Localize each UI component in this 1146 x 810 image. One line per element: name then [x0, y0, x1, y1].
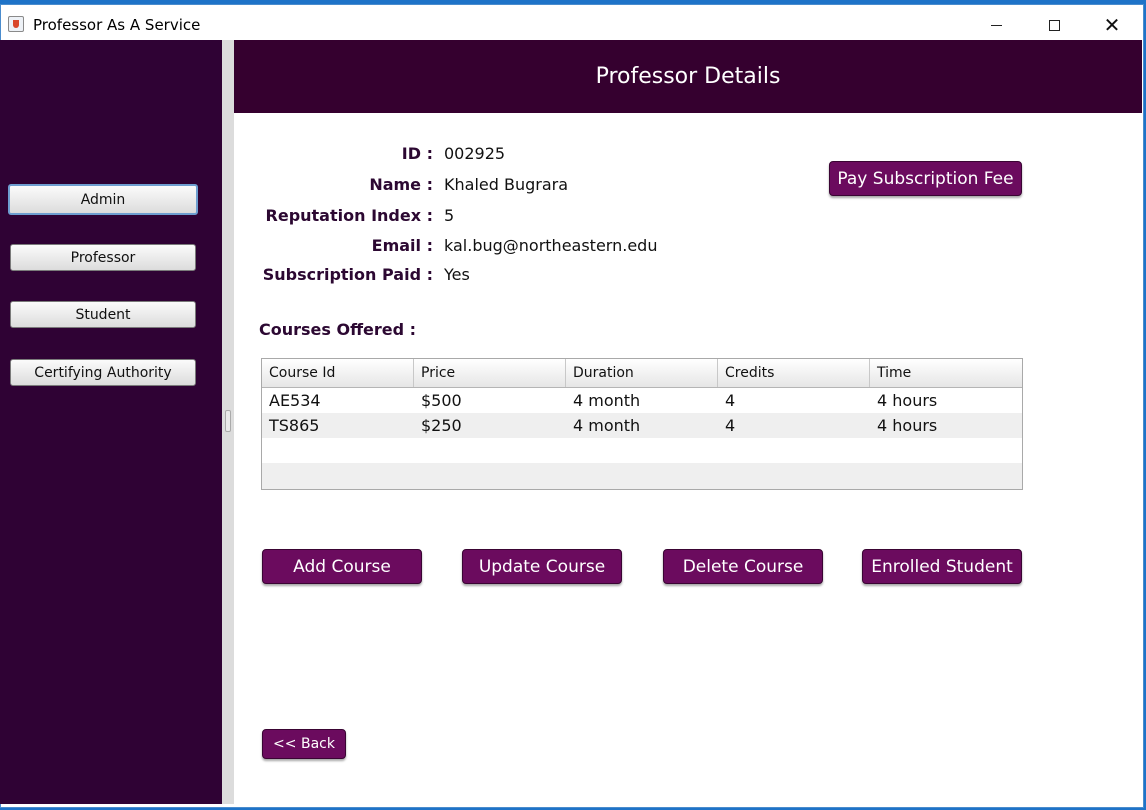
table-row[interactable]: AE534 $500 4 month 4 4 hours: [262, 388, 1022, 413]
enrolled-student-button[interactable]: Enrolled Student: [862, 549, 1022, 584]
column-header-credits[interactable]: Credits: [718, 359, 870, 387]
cell-credits: 4: [725, 416, 736, 435]
empty-table-row: [262, 438, 1022, 463]
close-button[interactable]: ✕: [1083, 5, 1141, 45]
sidebar-item-student[interactable]: Student: [10, 301, 196, 328]
email-value: kal.bug@northeastern.edu: [444, 236, 658, 255]
pay-subscription-fee-button[interactable]: Pay Subscription Fee: [829, 161, 1022, 196]
subscription-paid-value: Yes: [444, 265, 470, 284]
name-value: Khaled Bugrara: [444, 175, 569, 194]
sidebar-item-certifying-authority[interactable]: Certifying Authority: [10, 359, 196, 386]
column-header-duration[interactable]: Duration: [566, 359, 718, 387]
column-header-time[interactable]: Time: [870, 359, 1022, 387]
sidebar: Admin Professor Student Certifying Autho…: [0, 40, 222, 804]
table-header: Course Id Price Duration Credits Time: [262, 359, 1022, 388]
courses-offered-label: Courses Offered :: [259, 320, 417, 339]
add-course-button[interactable]: Add Course: [262, 549, 422, 584]
cell-course-id: AE534: [269, 391, 321, 410]
close-icon: ✕: [1103, 13, 1121, 37]
cell-credits: 4: [725, 391, 736, 410]
cell-price: $250: [421, 416, 462, 435]
java-app-icon: [8, 16, 24, 32]
splitter-grip-icon: [225, 410, 231, 432]
courses-table: Course Id Price Duration Credits Time AE…: [261, 358, 1023, 490]
back-button[interactable]: << Back: [262, 729, 346, 759]
column-header-price[interactable]: Price: [414, 359, 566, 387]
cell-time: 4 hours: [877, 416, 938, 435]
maximize-icon: [1048, 19, 1060, 31]
sidebar-item-admin[interactable]: Admin: [8, 184, 198, 215]
email-label: Email :: [371, 236, 433, 255]
minimize-icon: [990, 24, 1002, 26]
cell-course-id: TS865: [269, 416, 320, 435]
maximize-button[interactable]: [1025, 5, 1083, 45]
table-row[interactable]: TS865 $250 4 month 4 4 hours: [262, 413, 1022, 438]
delete-course-button[interactable]: Delete Course: [663, 549, 823, 584]
cell-price: $500: [421, 391, 462, 410]
column-header-course-id[interactable]: Course Id: [262, 359, 414, 387]
reputation-index-label: Reputation Index :: [265, 206, 433, 225]
cell-duration: 4 month: [573, 391, 641, 410]
name-label: Name :: [369, 175, 433, 194]
minimize-button[interactable]: [967, 5, 1025, 45]
cell-time: 4 hours: [877, 391, 938, 410]
cell-duration: 4 month: [573, 416, 641, 435]
reputation-index-value: 5: [444, 206, 455, 225]
update-course-button[interactable]: Update Course: [462, 549, 622, 584]
window-title: Professor As A Service: [33, 16, 201, 34]
id-value: 002925: [444, 144, 506, 163]
sidebar-item-professor[interactable]: Professor: [10, 244, 196, 271]
subscription-paid-label: Subscription Paid :: [262, 265, 433, 284]
empty-table-row: [262, 463, 1022, 488]
title-bar: Professor As A Service ✕: [1, 5, 1143, 45]
split-pane-divider[interactable]: [222, 40, 234, 804]
page-title: Professor Details: [234, 40, 1142, 113]
id-label: ID :: [401, 144, 433, 163]
